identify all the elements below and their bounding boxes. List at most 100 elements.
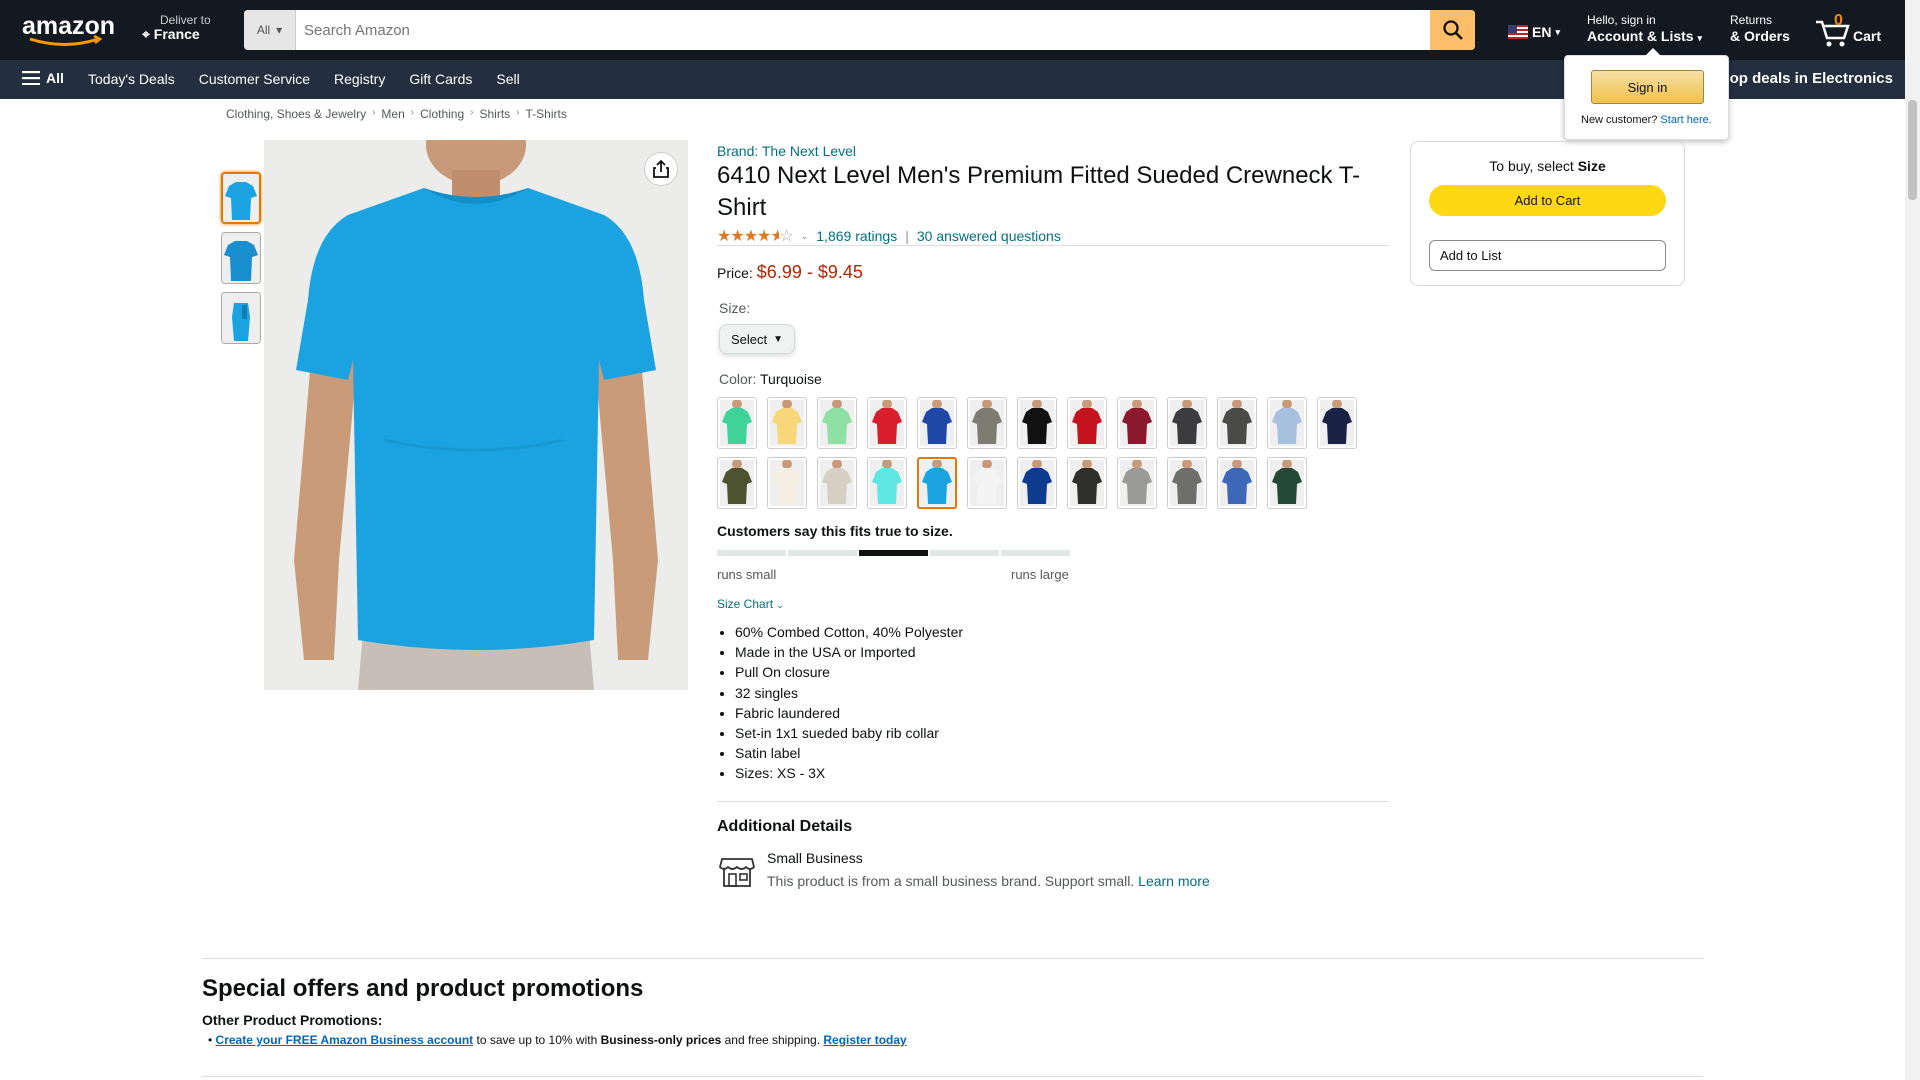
amazon-logo[interactable]: amazon xyxy=(20,12,120,48)
feature-bullet: Sizes: XS - 3X xyxy=(735,763,963,783)
cart-button[interactable]: 0 Cart xyxy=(1814,12,1904,48)
language-selector[interactable]: EN ▾ xyxy=(1508,24,1560,40)
star-rating-icon[interactable]: ★★★★★☆ xyxy=(717,226,794,246)
breadcrumb-item[interactable]: T-Shirts xyxy=(526,107,567,121)
runs-large-label: runs large xyxy=(1011,567,1069,582)
image-thumbnail-back[interactable] xyxy=(221,232,261,284)
color-swatch[interactable] xyxy=(1267,457,1307,509)
scrollbar-thumb[interactable] xyxy=(1908,100,1917,200)
feature-bullet: Pull On closure xyxy=(735,662,963,682)
brand-link[interactable]: Brand: The Next Level xyxy=(717,143,856,159)
color-swatch[interactable] xyxy=(867,397,907,449)
deliver-to[interactable]: Deliver to ⌖ France xyxy=(142,13,211,43)
size-chart-link[interactable]: Size Chart ⌄ xyxy=(717,597,784,611)
register-today-link[interactable]: Register today xyxy=(823,1033,906,1047)
price-value: $6.99 - $9.45 xyxy=(756,262,863,282)
top-navbar: amazon Deliver to ⌖ France All▾ EN▾ Hell… xyxy=(0,0,1905,60)
color-swatch[interactable] xyxy=(1217,397,1257,449)
fit-segment xyxy=(859,550,928,556)
start-here-link[interactable]: Start here. xyxy=(1660,114,1711,126)
breadcrumb-item[interactable]: Clothing xyxy=(420,107,464,121)
search-button[interactable] xyxy=(1430,10,1475,50)
color-swatch[interactable] xyxy=(717,397,757,449)
divider xyxy=(202,1076,1703,1077)
color-swatch[interactable] xyxy=(917,457,957,509)
add-to-list-button[interactable]: Add to List xyxy=(1429,240,1666,271)
promotion-item: • Create your FREE Amazon Business accou… xyxy=(208,1033,907,1047)
image-thumbnail-side[interactable] xyxy=(221,292,261,344)
color-swatch[interactable] xyxy=(1017,397,1057,449)
account-greeting: Hello, sign in xyxy=(1587,13,1656,27)
all-menu-button[interactable]: All xyxy=(22,70,64,86)
share-icon xyxy=(653,159,669,178)
search-category-dropdown[interactable]: All ▾ xyxy=(244,10,296,50)
size-select[interactable]: Select ▼ xyxy=(719,324,795,354)
feature-bullet: Made in the USA or Imported xyxy=(735,642,963,662)
feature-bullet: 60% Combed Cotton, 40% Polyester xyxy=(735,622,963,642)
color-swatch[interactable] xyxy=(817,397,857,449)
subnav-promo-link[interactable]: op deals in Electronics xyxy=(1730,70,1893,87)
fit-segment xyxy=(717,550,786,556)
create-business-account-link[interactable]: Create your FREE Amazon Business account xyxy=(216,1033,474,1047)
share-button[interactable] xyxy=(644,152,678,186)
chevron-down-icon: ▼ xyxy=(773,333,784,345)
rating-separator: | xyxy=(905,228,909,244)
feature-bullet: Fabric laundered xyxy=(735,703,963,723)
breadcrumb-item[interactable]: Clothing, Shoes & Jewelry xyxy=(226,107,366,121)
svg-text:amazon: amazon xyxy=(22,12,115,40)
buy-box: To buy, select Size Add to Cart Add to L… xyxy=(1410,141,1685,286)
fit-segment xyxy=(788,550,857,556)
nav-sell[interactable]: Sell xyxy=(496,71,519,87)
nav-todays-deals[interactable]: Today's Deals xyxy=(88,71,175,87)
breadcrumb-item[interactable]: Shirts xyxy=(479,107,510,121)
color-swatch[interactable] xyxy=(1017,457,1057,509)
color-swatch[interactable] xyxy=(1167,457,1207,509)
color-swatch[interactable] xyxy=(1267,397,1307,449)
color-swatch[interactable] xyxy=(1067,397,1107,449)
main-product-image[interactable] xyxy=(264,140,688,690)
nav-customer-service[interactable]: Customer Service xyxy=(199,71,310,87)
breadcrumb-item[interactable]: Men xyxy=(381,107,404,121)
color-swatch[interactable] xyxy=(967,397,1007,449)
product-title: 6410 Next Level Men's Premium Fitted Sue… xyxy=(717,162,1361,221)
page-scrollbar[interactable] xyxy=(1905,0,1920,1080)
answered-questions-link[interactable]: 30 answered questions xyxy=(917,228,1061,244)
image-thumbnail-front[interactable] xyxy=(221,172,261,224)
color-swatch[interactable] xyxy=(867,457,907,509)
feature-bullet: Satin label xyxy=(735,743,963,763)
subnav-links: Today's Deals Customer Service Registry … xyxy=(88,71,520,87)
color-swatch[interactable] xyxy=(767,457,807,509)
add-to-cart-button[interactable]: Add to Cart xyxy=(1429,185,1666,216)
nav-gift-cards[interactable]: Gift Cards xyxy=(409,71,472,87)
signin-button[interactable]: Sign in xyxy=(1591,70,1704,104)
size-label: Size: xyxy=(719,300,751,316)
color-swatch[interactable] xyxy=(1167,397,1207,449)
color-swatch[interactable] xyxy=(1117,457,1157,509)
signin-flyout: Sign in New customer? Start here. xyxy=(1564,48,1729,140)
color-swatch[interactable] xyxy=(817,457,857,509)
color-swatch[interactable] xyxy=(1117,397,1157,449)
nav-registry[interactable]: Registry xyxy=(334,71,385,87)
search-input[interactable] xyxy=(296,10,1430,50)
breadcrumb: Clothing, Shoes & Jewelry › Men › Clothing… xyxy=(226,107,567,121)
rating-dropdown-icon[interactable]: ⌄ xyxy=(801,231,809,242)
color-swatch[interactable] xyxy=(767,397,807,449)
color-swatch[interactable] xyxy=(717,457,757,509)
color-swatch[interactable] xyxy=(917,397,957,449)
feature-bullet: 32 singles xyxy=(735,683,963,703)
ratings-count-link[interactable]: 1,869 ratings xyxy=(816,228,897,244)
account-lists[interactable]: Hello, sign in Account & Lists ▾ xyxy=(1587,13,1702,44)
color-swatch[interactable] xyxy=(1067,457,1107,509)
selected-color: Turquoise xyxy=(760,371,822,387)
buy-box-instruction: To buy, select Size xyxy=(1489,158,1606,174)
color-swatch[interactable] xyxy=(967,457,1007,509)
fit-meter xyxy=(717,550,1070,556)
learn-more-link[interactable]: Learn more xyxy=(1138,873,1210,889)
color-swatch[interactable] xyxy=(1217,457,1257,509)
color-swatch[interactable] xyxy=(1317,397,1357,449)
promotions-subheading: Other Product Promotions: xyxy=(202,1012,383,1028)
returns-orders[interactable]: Returns & Orders xyxy=(1730,13,1790,44)
runs-small-label: runs small xyxy=(717,567,777,582)
price-label: Price: xyxy=(717,265,753,281)
cart-count: 0 xyxy=(1834,12,1843,29)
